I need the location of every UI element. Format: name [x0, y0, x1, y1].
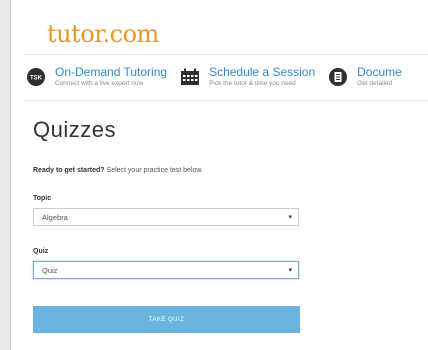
document-icon — [327, 66, 349, 88]
take-quiz-button[interactable]: TAKE QUIZ — [33, 306, 300, 333]
nav-title-documents[interactable]: Docume — [357, 66, 402, 79]
tutor-logo[interactable]: tutor.com — [47, 20, 159, 48]
header-divider — [25, 54, 428, 55]
service-nav: TSK On-Demand Tutoring Connect with a li… — [25, 56, 428, 98]
chevron-down-icon: ▾ — [288, 267, 292, 274]
quiz-label: Quiz — [33, 248, 49, 255]
tutor-badge-text: TSK — [30, 76, 43, 82]
nav-title-schedule[interactable]: Schedule a Session — [209, 66, 315, 79]
calendar-icon — [179, 66, 201, 88]
quiz-value: Quiz — [42, 265, 58, 275]
nav-subtitle-on-demand: Connect with a live expert now — [55, 80, 144, 87]
page-title: Quizzes — [33, 117, 116, 142]
intro-rest: Select your practice test below. — [104, 167, 204, 174]
topic-value: Algebra — [42, 212, 68, 222]
nav-item-schedule-session[interactable]: Schedule a Session Pick the tutor & time… — [179, 66, 315, 88]
nav-divider — [25, 100, 428, 101]
nav-item-on-demand-tutoring[interactable]: TSK On-Demand Tutoring Connect with a li… — [25, 66, 167, 88]
chevron-down-icon: ▾ — [288, 214, 292, 221]
nav-item-documents[interactable]: Docume Get detailed — [327, 66, 402, 88]
topic-label: Topic — [33, 195, 52, 202]
topic-select[interactable]: Algebra ▾ — [33, 208, 299, 226]
intro-bold: Ready to get started? — [33, 167, 105, 174]
page-frame: tutor.com TSK On-Demand Tutoring Connect… — [10, 0, 428, 350]
nav-subtitle-documents: Get detailed — [357, 80, 393, 87]
nav-subtitle-schedule: Pick the tutor & time you need — [209, 80, 296, 87]
quiz-select[interactable]: Quiz ▾ — [33, 261, 299, 279]
intro-text: Ready to get started? Select your practi… — [33, 167, 203, 174]
tutor-badge-icon: TSK — [25, 66, 47, 88]
nav-title-on-demand[interactable]: On-Demand Tutoring — [55, 66, 167, 79]
